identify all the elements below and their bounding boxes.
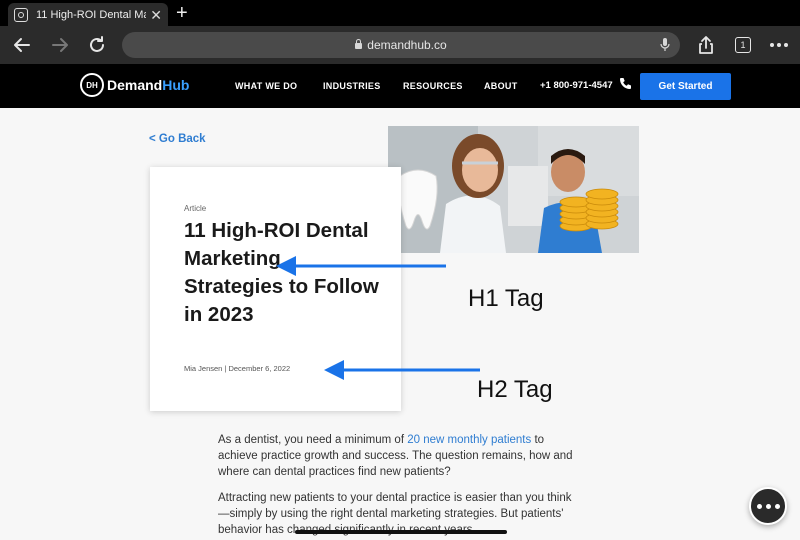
- chat-widget-button[interactable]: [749, 487, 787, 525]
- screen: 11 High-ROI Dental Mark ✕ + demandhub.co…: [0, 0, 800, 540]
- new-patients-link[interactable]: 20 new monthly patients: [407, 434, 531, 446]
- h2-arrow-icon: [324, 360, 480, 380]
- body-paragraph-1: As a dentist, you need a minimum of 20 n…: [218, 434, 573, 478]
- h1-arrow-icon: [276, 256, 446, 276]
- home-indicator[interactable]: [295, 530, 507, 534]
